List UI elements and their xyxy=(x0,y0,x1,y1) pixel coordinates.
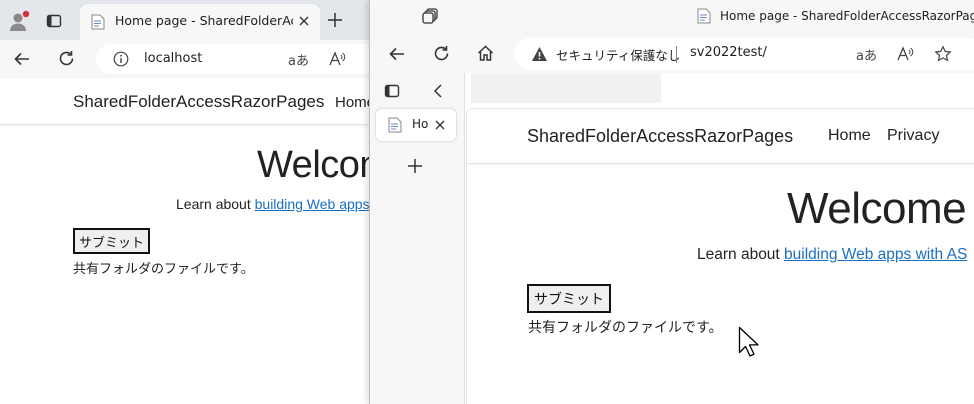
profile-avatar-icon[interactable] xyxy=(8,10,30,32)
shared-file-text: 共有フォルダのファイルです。 xyxy=(73,262,254,277)
warning-icon[interactable] xyxy=(531,46,548,62)
security-status-text[interactable]: セキュリティ保護なし xyxy=(556,45,680,64)
site-brand[interactable]: SharedFolderAccessRazorPages xyxy=(73,92,324,112)
window-titlebar: Home page - SharedFolderAccessRazorPages xyxy=(370,0,974,33)
url-text: localhost xyxy=(144,51,203,66)
shared-file-text: 共有フォルダのファイルです。 xyxy=(528,320,723,336)
lead-prefix: Learn about xyxy=(176,196,255,212)
plus-icon[interactable] xyxy=(327,12,343,28)
site-navbar: SharedFolderAccessRazorPages Home Privac… xyxy=(467,109,974,164)
immersive-reader-icon[interactable]: aあ xyxy=(288,50,309,69)
back-arrow-icon[interactable] xyxy=(388,45,406,63)
vertical-tabs-pane: Ho xyxy=(370,73,465,404)
home-icon[interactable] xyxy=(476,44,495,63)
close-icon[interactable] xyxy=(298,15,310,27)
read-aloud-icon[interactable] xyxy=(896,45,914,63)
refresh-icon[interactable] xyxy=(432,44,451,63)
chevron-left-icon[interactable] xyxy=(431,83,445,99)
favorites-strip xyxy=(471,73,661,103)
lead-text: Learn about building Web apps xyxy=(176,196,370,212)
submit-button[interactable]: サブミット xyxy=(527,284,611,313)
address-bar[interactable]: localhost aあ xyxy=(96,44,396,74)
nav-home-link[interactable]: Home xyxy=(828,127,871,145)
read-aloud-icon[interactable] xyxy=(328,50,346,68)
window-title: Home page - SharedFolderAccessRazorPages xyxy=(720,9,974,23)
close-icon[interactable] xyxy=(434,119,446,131)
vertical-tab-title: Ho xyxy=(412,117,429,131)
lead-prefix: Learn about xyxy=(697,246,785,263)
page-favicon-icon xyxy=(91,14,105,30)
site-brand[interactable]: SharedFolderAccessRazorPages xyxy=(527,126,793,147)
plus-icon[interactable] xyxy=(407,158,423,174)
info-icon[interactable] xyxy=(113,51,129,67)
lead-link[interactable]: building Web apps with AS xyxy=(784,246,967,263)
front-browser-window: Home page - SharedFolderAccessRazorPages… xyxy=(369,0,974,404)
page-favicon-icon xyxy=(388,117,402,133)
mouse-pointer-icon xyxy=(738,326,760,358)
lead-link[interactable]: building Web apps xyxy=(255,196,370,212)
sidebar-panel-icon[interactable] xyxy=(384,83,400,99)
page-heading: Welcome xyxy=(787,184,967,233)
vertical-tab-home-page[interactable]: Ho xyxy=(376,109,456,141)
tab-home-page[interactable]: Home page - SharedFolderAccessRazorPages xyxy=(80,4,320,40)
immersive-reader-icon[interactable]: aあ xyxy=(856,45,877,64)
refresh-icon[interactable] xyxy=(57,49,76,68)
workspaces-icon[interactable] xyxy=(422,7,440,25)
tab-title: Home page - SharedFolderAccessRazorPages xyxy=(115,13,293,28)
lead-text: Learn about building Web apps with AS xyxy=(697,246,967,264)
address-bar[interactable]: セキュリティ保護なし sv2022test/ aあ xyxy=(514,38,974,70)
back-arrow-icon[interactable] xyxy=(13,50,31,68)
submit-button[interactable]: サブミット xyxy=(73,228,151,254)
tab-actions-icon[interactable] xyxy=(46,13,62,29)
page-favicon-icon xyxy=(697,8,711,24)
star-icon[interactable] xyxy=(934,45,952,63)
address-separator xyxy=(676,46,677,63)
url-text: sv2022test/ xyxy=(690,45,767,60)
address-toolbar: セキュリティ保護なし sv2022test/ aあ xyxy=(370,33,974,73)
front-page-content: SharedFolderAccessRazorPages Home Privac… xyxy=(466,108,974,404)
nav-privacy-link[interactable]: Privacy xyxy=(887,127,939,145)
